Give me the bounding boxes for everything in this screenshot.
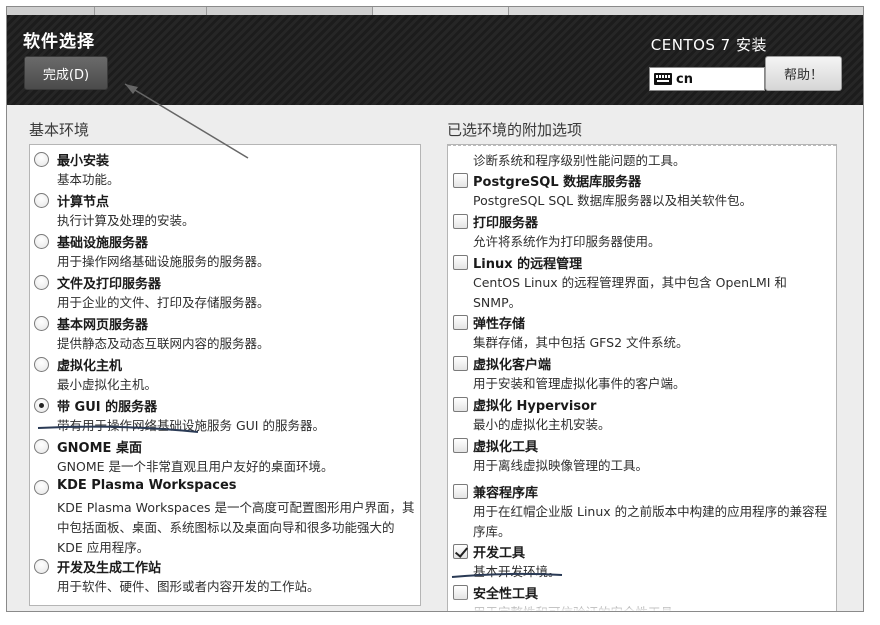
addon-desc: PostgreSQL SQL 数据库服务器以及相关软件包。	[473, 193, 753, 208]
addon-desc: 基本开发环境。	[473, 564, 561, 579]
addon-virtualization-client[interactable]: 虚拟化客户端 用于安装和管理虚拟化事件的客户端。	[448, 352, 836, 392]
addon-name: 虚拟化工具	[473, 440, 539, 455]
addon-print-server[interactable]: 打印服务器 允许将系统作为打印服务器使用。	[448, 210, 836, 250]
checkbox-checked[interactable]	[453, 544, 468, 559]
env-name: KDE Plasma Workspaces	[57, 478, 237, 493]
scroll-fade	[448, 598, 836, 611]
env-name: 基本网页服务器	[57, 318, 149, 333]
addon-name: 兼容程序库	[473, 486, 539, 501]
env-desc: 基本功能。	[57, 172, 120, 187]
addon-virtualization-hypervisor[interactable]: 虚拟化 Hypervisor 最小的虚拟化主机安装。	[448, 393, 836, 433]
checkbox[interactable]	[453, 173, 468, 188]
addon-desc: 允许将系统作为打印服务器使用。	[473, 234, 661, 249]
addon-desc: 用于安装和管理虚拟化事件的客户端。	[473, 376, 686, 391]
addons-list[interactable]: 诊断系统和程序级别性能问题的工具。 PostgreSQL 数据库服务器 Post…	[447, 144, 837, 611]
env-desc: GNOME 是一个非常直观且用户友好的桌面环境。	[57, 459, 334, 474]
env-desc: 带有用于操作网络基础设施服务 GUI 的服务器。	[57, 418, 325, 433]
product-title: CENTOS 7 安装	[650, 36, 767, 54]
addon-resilient-storage[interactable]: 弹性存储 集群存储，其中包括 GFS2 文件系统。	[448, 311, 836, 351]
keyboard-layout-indicator[interactable]: cn	[649, 67, 765, 91]
addon-name: 虚拟化客户端	[473, 358, 552, 373]
base-env-heading: 基本环境	[29, 121, 90, 139]
addon-desc: 用于在红帽企业版 Linux 的之前版本中构建的应用程序的兼容程序库。	[473, 504, 828, 539]
env-desc: 提供静态及动态互联网内容的服务器。	[57, 336, 270, 351]
env-name: 计算节点	[57, 195, 110, 210]
addon-desc: 最小的虚拟化主机安装。	[473, 417, 611, 432]
radio-button[interactable]	[34, 152, 49, 167]
addon-name: 打印服务器	[473, 216, 539, 231]
env-name: 带 GUI 的服务器	[57, 400, 158, 415]
addons-heading: 已选环境的附加选项	[447, 121, 583, 139]
env-option-infrastructure[interactable]: 基础设施服务器 用于操作网络基础设施服务的服务器。	[30, 230, 420, 270]
env-name: 最小安装	[57, 154, 110, 169]
env-name: 基础设施服务器	[57, 236, 149, 251]
env-desc: 用于操作网络基础设施服务的服务器。	[57, 254, 270, 269]
env-option-virtualization-host[interactable]: 虚拟化主机 最小虚拟化主机。	[30, 353, 420, 393]
page-title: 软件选择	[23, 32, 95, 52]
env-desc: 用于软件、硬件、图形或者内容开发的工作站。	[57, 579, 320, 594]
env-name: 虚拟化主机	[57, 359, 123, 374]
addon-name: PostgreSQL 数据库服务器	[473, 175, 642, 190]
env-option-web-server[interactable]: 基本网页服务器 提供静态及动态互联网内容的服务器。	[30, 312, 420, 352]
radio-button[interactable]	[34, 234, 49, 249]
checkbox[interactable]	[453, 255, 468, 270]
scroll-edge	[448, 145, 836, 147]
done-button[interactable]: 完成(D)	[24, 56, 108, 90]
radio-button[interactable]	[34, 439, 49, 454]
keyboard-icon	[654, 73, 672, 85]
base-env-list[interactable]: 最小安装 基本功能。 计算节点 执行计算及处理的安装。 基础设施服务器 用于操作…	[29, 144, 421, 606]
addon-name: 开发工具	[473, 546, 526, 561]
env-name: GNOME 桌面	[57, 441, 142, 456]
addon-virtualization-tools[interactable]: 虚拟化工具 用于离线虚拟映像管理的工具。	[448, 434, 836, 474]
env-desc: 最小虚拟化主机。	[57, 377, 158, 392]
addon-postgresql[interactable]: PostgreSQL 数据库服务器 PostgreSQL SQL 数据库服务器以…	[448, 169, 836, 209]
addon-compat-libraries[interactable]: 兼容程序库 用于在红帽企业版 Linux 的之前版本中构建的应用程序的兼容程序库…	[448, 480, 836, 540]
addon-name: Linux 的远程管理	[473, 257, 583, 272]
env-option-minimal[interactable]: 最小安装 基本功能。	[30, 148, 420, 188]
env-option-file-print[interactable]: 文件及打印服务器 用于企业的文件、打印及存储服务器。	[30, 271, 420, 311]
env-desc: 用于企业的文件、打印及存储服务器。	[57, 295, 270, 310]
checkbox[interactable]	[453, 438, 468, 453]
header-bar: 软件选择 完成(D) CENTOS 7 安装 cn 帮助！	[7, 15, 863, 105]
radio-button[interactable]	[34, 316, 49, 331]
env-option-gnome[interactable]: GNOME 桌面 GNOME 是一个非常直观且用户友好的桌面环境。	[30, 435, 420, 475]
env-option-dev-workstation[interactable]: 开发及生成工作站 用于软件、硬件、图形或者内容开发的工作站。	[30, 555, 420, 595]
checkbox[interactable]	[453, 315, 468, 330]
installer-window: 软件选择 完成(D) CENTOS 7 安装 cn 帮助！ 基本环境 已选环境的…	[6, 6, 864, 612]
addon-dev-tools[interactable]: 开发工具 基本开发环境。	[448, 540, 836, 580]
checkbox[interactable]	[453, 397, 468, 412]
checkbox[interactable]	[453, 484, 468, 499]
radio-button[interactable]	[34, 275, 49, 290]
env-option-compute[interactable]: 计算节点 执行计算及处理的安装。	[30, 189, 420, 229]
radio-button[interactable]	[34, 559, 49, 574]
addon-desc: 集群存储，其中包括 GFS2 文件系统。	[473, 335, 689, 350]
env-name: 文件及打印服务器	[57, 277, 162, 292]
addon-name: 弹性存储	[473, 317, 526, 332]
addon-name: 虚拟化 Hypervisor	[473, 399, 597, 414]
radio-button-selected[interactable]	[34, 398, 49, 413]
env-option-server-gui[interactable]: 带 GUI 的服务器 带有用于操作网络基础设施服务 GUI 的服务器。	[30, 394, 420, 434]
radio-button[interactable]	[34, 193, 49, 208]
keyboard-layout-label: cn	[676, 71, 693, 87]
env-desc: 执行计算及处理的安装。	[57, 213, 195, 228]
env-name: 开发及生成工作站	[57, 561, 162, 576]
radio-button[interactable]	[34, 357, 49, 372]
env-option-kde[interactable]: KDE Plasma Workspaces KDE Plasma Workspa…	[30, 476, 420, 556]
env-desc: KDE Plasma Workspaces 是一个高度可配置图形用户界面，其中包…	[57, 500, 415, 555]
checkbox[interactable]	[453, 356, 468, 371]
radio-button[interactable]	[34, 480, 49, 495]
addon-desc: 用于离线虚拟映像管理的工具。	[473, 458, 649, 473]
addon-desc: CentOS Linux 的远程管理界面，其中包含 OpenLMI 和 SNMP…	[473, 275, 787, 310]
checkbox[interactable]	[453, 214, 468, 229]
addon-partial-desc: 诊断系统和程序级别性能问题的工具。	[473, 153, 686, 168]
addon-remote-management[interactable]: Linux 的远程管理 CentOS Linux 的远程管理界面，其中包含 Op…	[448, 251, 836, 311]
help-button[interactable]: 帮助！	[765, 56, 842, 91]
top-tab-strip	[7, 7, 863, 15]
